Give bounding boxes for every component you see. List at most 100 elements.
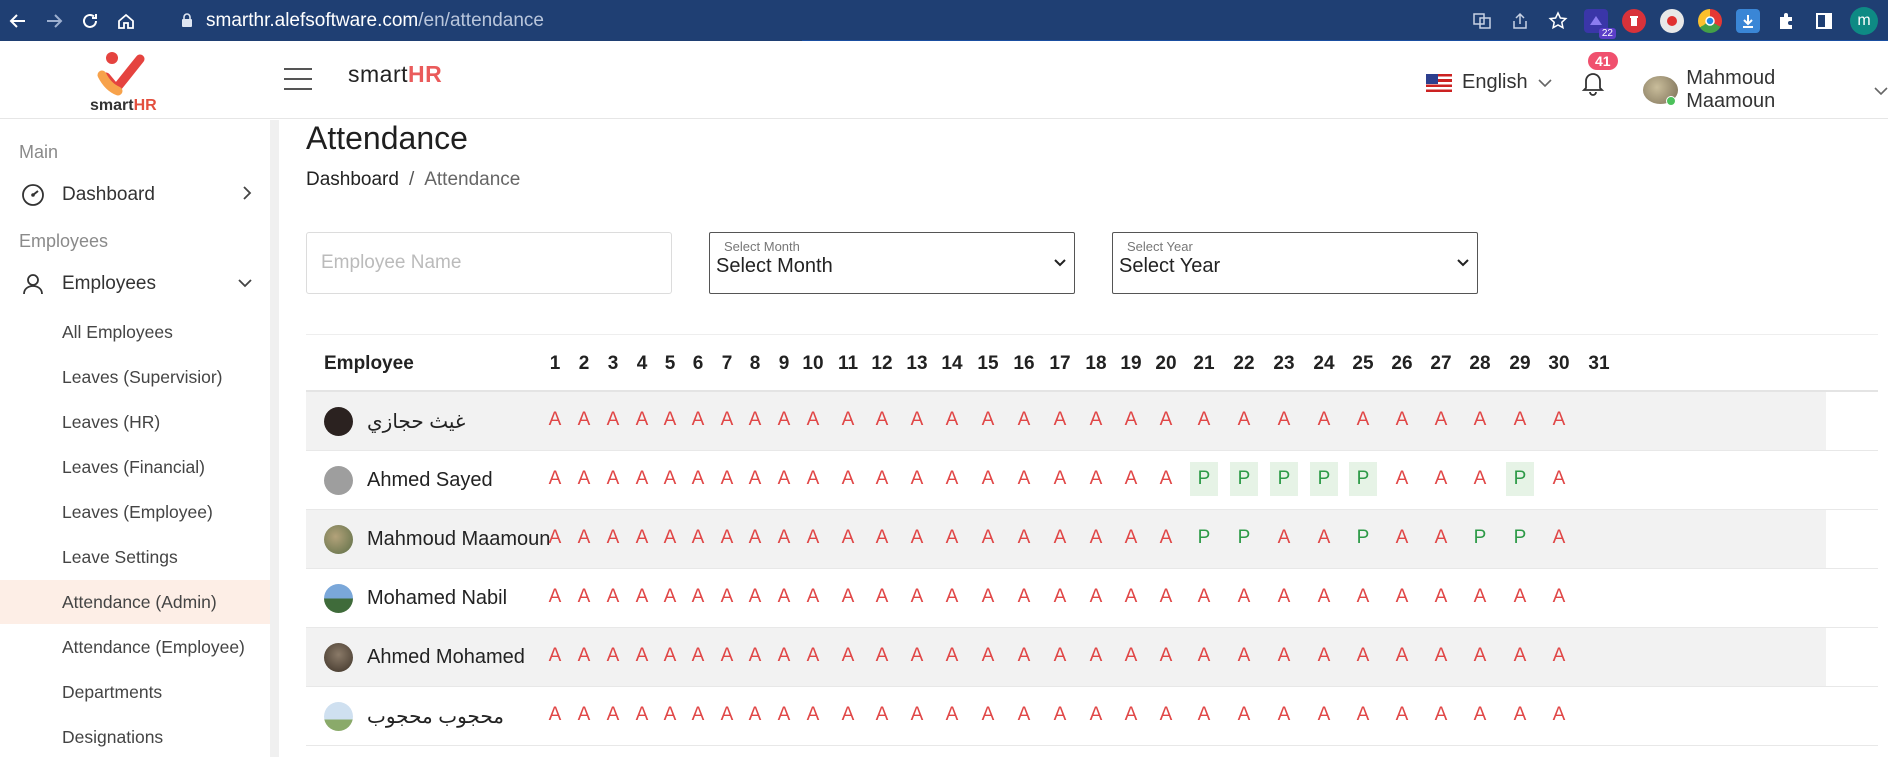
attendance-mark[interactable]: A — [770, 704, 798, 726]
attendance-mark[interactable]: A — [599, 645, 627, 667]
attendance-mark[interactable]: A — [1466, 586, 1494, 608]
attendance-mark[interactable]: A — [938, 468, 966, 490]
attendance-mark[interactable]: A — [868, 586, 896, 608]
attendance-mark[interactable]: A — [770, 645, 798, 667]
attendance-mark[interactable]: A — [599, 704, 627, 726]
attendance-mark[interactable]: A — [684, 586, 712, 608]
attendance-mark[interactable]: A — [684, 409, 712, 431]
attendance-mark[interactable]: A — [1506, 586, 1534, 608]
attendance-mark[interactable]: A — [1082, 527, 1110, 549]
attendance-mark[interactable]: A — [799, 409, 827, 431]
attendance-mark[interactable]: A — [570, 527, 598, 549]
trash-extension-icon[interactable] — [1622, 8, 1646, 33]
attendance-mark[interactable]: P — [1349, 462, 1377, 496]
attendance-mark[interactable]: A — [1152, 645, 1180, 667]
employee-cell[interactable]: محجوب محجوب — [324, 702, 504, 731]
sidebar-subitem-leaves-supervisor[interactable]: Leaves (Supervisior) — [0, 355, 270, 399]
attendance-mark[interactable]: A — [1117, 704, 1145, 726]
attendance-mark[interactable]: A — [1117, 527, 1145, 549]
attendance-mark[interactable]: A — [1388, 704, 1416, 726]
attendance-mark[interactable]: A — [974, 468, 1002, 490]
attendance-mark[interactable]: A — [799, 645, 827, 667]
attendance-mark[interactable]: A — [1310, 586, 1338, 608]
attendance-mark[interactable]: A — [1506, 704, 1534, 726]
attendance-mark[interactable]: A — [834, 645, 862, 667]
attendance-mark[interactable]: A — [903, 586, 931, 608]
bell-icon[interactable] — [1578, 68, 1608, 98]
sidebar-subitem-attendance-employee[interactable]: Attendance (Employee) — [0, 625, 270, 669]
attendance-mark[interactable]: A — [656, 409, 684, 431]
attendance-mark[interactable]: A — [599, 409, 627, 431]
attendance-mark[interactable]: A — [1010, 468, 1038, 490]
address-bar[interactable]: smarthr.alefsoftware.com/en/attendance — [176, 5, 1551, 36]
share-icon[interactable] — [1508, 9, 1532, 33]
attendance-mark[interactable]: A — [1388, 409, 1416, 431]
attendance-mark[interactable]: A — [1190, 586, 1218, 608]
attendance-mark[interactable]: P — [1190, 527, 1218, 549]
attendance-mark[interactable]: A — [599, 468, 627, 490]
attendance-mark[interactable]: A — [1349, 586, 1377, 608]
attendance-mark[interactable]: A — [1388, 645, 1416, 667]
attendance-mark[interactable]: A — [1388, 586, 1416, 608]
attendance-mark[interactable]: A — [628, 527, 656, 549]
attendance-mark[interactable]: A — [628, 586, 656, 608]
sidebar-subitem-leaves-employee[interactable]: Leaves (Employee) — [0, 490, 270, 534]
attendance-mark[interactable]: A — [1082, 409, 1110, 431]
attendance-mark[interactable]: A — [834, 586, 862, 608]
sidebar-subitem-leaves-financial[interactable]: Leaves (Financial) — [0, 445, 270, 489]
attendance-mark[interactable]: A — [1117, 468, 1145, 490]
attendance-mark[interactable]: A — [868, 645, 896, 667]
attendance-mark[interactable]: A — [1230, 704, 1258, 726]
attendance-mark[interactable]: A — [1046, 645, 1074, 667]
attendance-mark[interactable]: A — [1046, 527, 1074, 549]
attendance-mark[interactable]: A — [938, 409, 966, 431]
attendance-mark[interactable]: A — [713, 468, 741, 490]
attendance-mark[interactable]: A — [741, 527, 769, 549]
attendance-mark[interactable]: A — [541, 468, 569, 490]
attendance-mark[interactable]: P — [1506, 462, 1534, 496]
attendance-mark[interactable]: A — [974, 586, 1002, 608]
attendance-mark[interactable]: A — [1010, 704, 1038, 726]
reload-icon[interactable] — [72, 0, 108, 41]
attendance-mark[interactable]: A — [1545, 468, 1573, 490]
attendance-mark[interactable]: A — [541, 645, 569, 667]
employee-cell[interactable]: Ahmed Mohamed — [324, 643, 525, 672]
attendance-mark[interactable]: A — [1466, 645, 1494, 667]
attendance-mark[interactable]: A — [656, 586, 684, 608]
attendance-mark[interactable]: A — [1190, 409, 1218, 431]
attendance-mark[interactable]: A — [1545, 704, 1573, 726]
attendance-mark[interactable]: A — [1270, 645, 1298, 667]
bookmark-star-icon[interactable] — [1546, 9, 1570, 33]
sidebar-subitem-all-employees[interactable]: All Employees — [0, 310, 270, 354]
attendance-mark[interactable]: P — [1310, 462, 1338, 496]
translate-icon[interactable] — [1470, 9, 1494, 33]
attendance-mark[interactable]: A — [1427, 409, 1455, 431]
attendance-mark[interactable]: A — [570, 645, 598, 667]
breadcrumb-dashboard-link[interactable]: Dashboard — [306, 169, 399, 191]
attendance-mark[interactable]: A — [684, 704, 712, 726]
attendance-mark[interactable]: A — [868, 409, 896, 431]
attendance-mark[interactable]: A — [868, 468, 896, 490]
employee-cell[interactable]: غيث حجازي — [324, 407, 465, 436]
attendance-mark[interactable]: A — [656, 704, 684, 726]
menu-toggle-icon[interactable] — [284, 68, 312, 90]
attendance-mark[interactable]: A — [1190, 704, 1218, 726]
attendance-mark[interactable]: A — [1427, 527, 1455, 549]
attendance-mark[interactable]: A — [1270, 527, 1298, 549]
attendance-mark[interactable]: A — [1152, 409, 1180, 431]
attendance-mark[interactable]: A — [868, 527, 896, 549]
attendance-mark[interactable]: A — [1230, 409, 1258, 431]
attendance-mark[interactable]: A — [628, 645, 656, 667]
attendance-mark[interactable]: A — [1152, 468, 1180, 490]
attendance-mark[interactable]: A — [741, 704, 769, 726]
attendance-mark[interactable]: P — [1230, 527, 1258, 549]
attendance-mark[interactable]: A — [1046, 586, 1074, 608]
attendance-mark[interactable]: A — [1427, 468, 1455, 490]
attendance-mark[interactable]: A — [1310, 704, 1338, 726]
attendance-mark[interactable]: A — [1010, 586, 1038, 608]
attendance-mark[interactable]: P — [1270, 462, 1298, 496]
attendance-mark[interactable]: A — [799, 586, 827, 608]
attendance-mark[interactable]: A — [684, 645, 712, 667]
attendance-mark[interactable]: A — [713, 704, 741, 726]
attendance-mark[interactable]: A — [1466, 704, 1494, 726]
